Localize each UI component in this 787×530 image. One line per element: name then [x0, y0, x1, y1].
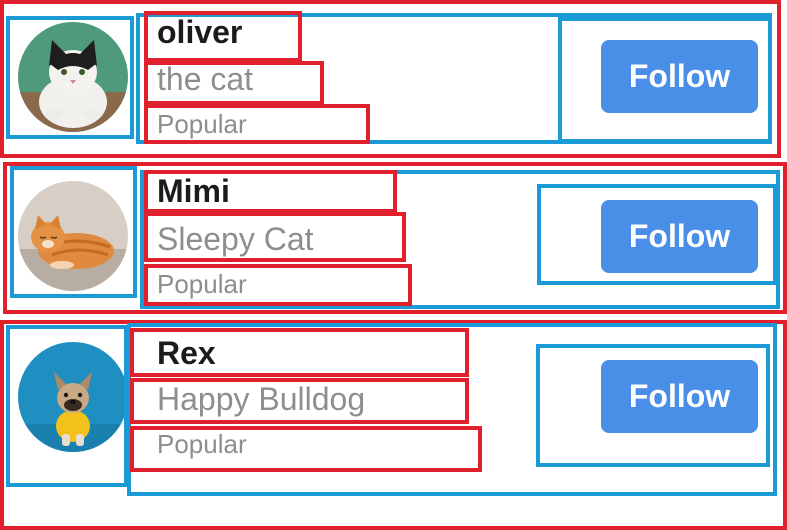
user-card-mimi: Mimi Sleepy Cat Popular Follow	[0, 162, 787, 316]
user-tag: Popular	[157, 429, 247, 459]
follow-button[interactable]: Follow	[601, 40, 758, 113]
user-card-rex: Rex Happy Bulldog Popular Follow	[0, 322, 787, 530]
follow-button[interactable]: Follow	[601, 200, 758, 273]
user-subtitle: the cat	[157, 61, 254, 97]
avatar-rex	[18, 342, 128, 452]
user-name: Rex	[157, 335, 216, 371]
dog-photo-icon	[18, 342, 128, 452]
user-name: oliver	[157, 14, 243, 50]
user-subtitle: Sleepy Cat	[157, 221, 314, 257]
user-card-oliver: oliver the cat Popular Follow	[0, 0, 787, 160]
user-tag: Popular	[157, 269, 247, 299]
user-subtitle: Happy Bulldog	[157, 381, 366, 417]
cat-photo-icon	[18, 181, 128, 291]
user-name: Mimi	[157, 173, 230, 209]
avatar-mimi	[18, 181, 128, 291]
follow-button[interactable]: Follow	[601, 360, 758, 433]
user-tag: Popular	[157, 109, 247, 139]
cat-photo-icon	[18, 22, 128, 132]
avatar-oliver	[18, 22, 128, 132]
